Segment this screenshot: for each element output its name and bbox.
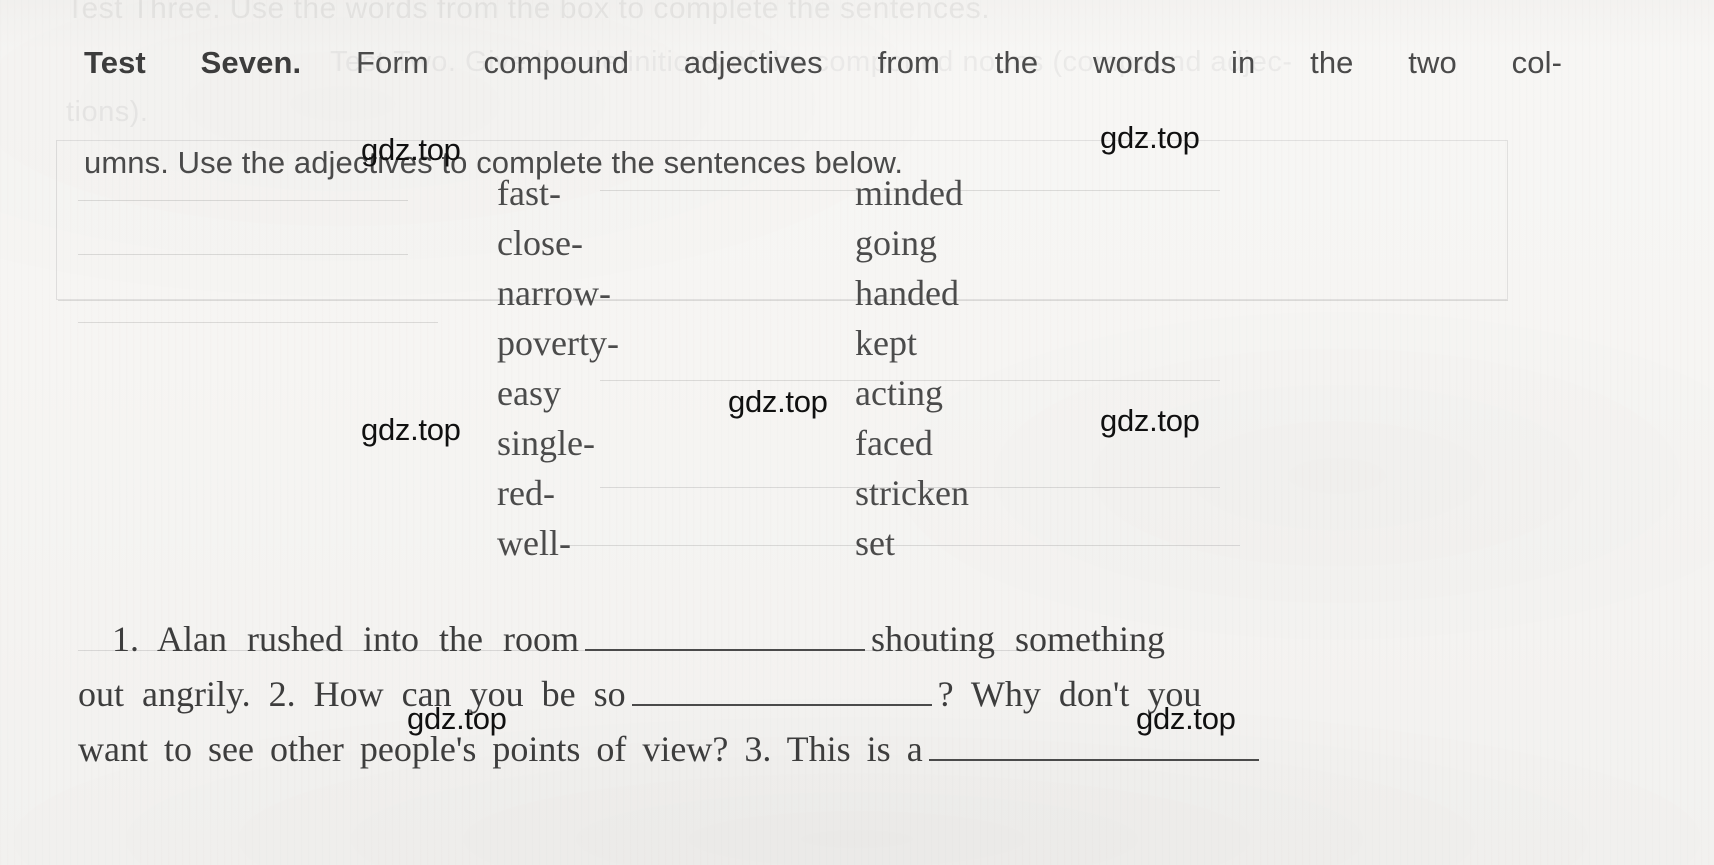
word-pair-row: well- set (0, 518, 1714, 568)
sentence-2-text-a: out angrily. 2. How can you be so (78, 674, 626, 714)
word-right: acting (855, 373, 943, 413)
word-left: fast- (497, 173, 561, 213)
answer-blank-1[interactable] (584, 619, 865, 651)
sentence-line-2: out angrily. 2. How can you be so ? Why d… (78, 667, 1534, 722)
answer-blank-2[interactable] (631, 674, 932, 706)
sentence-1-text-a: 1. Alan rushed into the room (112, 619, 579, 659)
word-right: faced (855, 423, 933, 463)
word-pair-row: close- going (0, 218, 1714, 268)
word-pair-row: poverty- kept (0, 318, 1714, 368)
word-right: going (855, 223, 938, 263)
word-right: kept (855, 323, 917, 363)
word-left: single- (497, 423, 595, 463)
word-pair-row: narrow- handed (0, 268, 1714, 318)
word-pair-row: single- faced (0, 418, 1714, 468)
word-right: stricken (855, 473, 969, 513)
heading-label: Test Seven. (84, 45, 302, 80)
exercise-sentences: 1. Alan rushed into the room shouting som… (78, 612, 1534, 777)
word-pair-row: red- stricken (0, 468, 1714, 518)
sentence-2-text-b: ? Why don't you (937, 674, 1202, 714)
word-left: narrow- (497, 273, 611, 313)
word-left: close- (497, 223, 583, 263)
scanned-textbook-page: Test Three. Use the words from the box t… (0, 0, 1714, 865)
word-left: well- (497, 523, 571, 563)
heading-line-1: Form compound adjectives from the words … (356, 45, 1563, 80)
word-left: poverty- (497, 323, 619, 363)
answer-blank-3[interactable] (928, 729, 1259, 761)
word-left: easy (497, 373, 561, 413)
word-pair-row: fast- minded (0, 168, 1714, 218)
sentence-1-text-b: shouting something (870, 619, 1165, 659)
word-right: set (855, 523, 895, 563)
sentence-line-3: want to see other people's points of vie… (78, 722, 1534, 777)
word-left: red- (497, 473, 555, 513)
bleed-top-line: Test Three. Use the words from the box t… (66, 0, 991, 25)
word-right: minded (855, 173, 963, 213)
compound-adjective-columns: fast- minded close- going narrow- handed… (0, 168, 1714, 568)
word-pair-row: easy acting (0, 368, 1714, 418)
word-right: handed (855, 273, 959, 313)
sentence-3-text-a: want to see other people's points of vie… (78, 729, 923, 769)
sentence-line-1: 1. Alan rushed into the room shouting som… (78, 612, 1534, 667)
exercise-heading: Test Seven. Form compound adjectives fro… (84, 38, 1562, 188)
